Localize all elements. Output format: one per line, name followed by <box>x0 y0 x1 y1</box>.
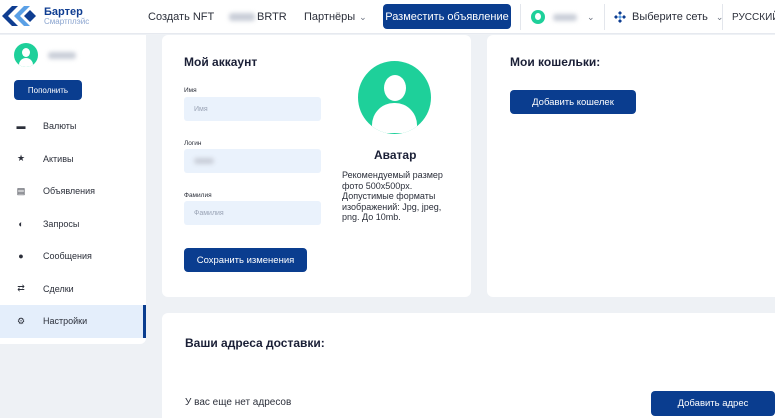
add-wallet-button[interactable]: Добавить кошелек <box>510 90 636 114</box>
chevron-down-icon: ⌄ <box>587 11 595 22</box>
account-card: Мой аккаунт Имя Логин Фамилия Сохранить … <box>162 35 471 297</box>
ad-icon: ▤ <box>16 185 26 196</box>
name-label: Имя <box>184 87 197 94</box>
balance-currency: BRTR <box>257 11 287 23</box>
sidebar-item-label: Активы <box>43 153 74 164</box>
avatar-description: Рекомендуемый размер фото 500x500px. Доп… <box>342 170 443 222</box>
request-icon: ◐ <box>18 218 24 229</box>
avatar-body <box>372 103 417 133</box>
nav-balance[interactable]: BRTR <box>229 0 287 34</box>
post-ad-button[interactable]: Разместить объявление <box>383 4 511 29</box>
name-input[interactable] <box>184 97 321 121</box>
login-input[interactable] <box>184 149 321 173</box>
wallets-title: Мои кошельки: <box>510 55 601 69</box>
sidebar: Пополнить ▬ Валюты ★ Активы ▤ Объявления… <box>0 35 146 344</box>
sidebar-item-currencies[interactable]: ▬ Валюты <box>0 110 146 143</box>
sidebar-item-label: Запросы <box>43 218 80 229</box>
divider <box>520 4 521 30</box>
nav-partners[interactable]: Партнёры ⌄ <box>304 0 367 34</box>
logo-icon <box>2 6 36 26</box>
balance-value-redacted <box>229 13 255 21</box>
account-title: Мой аккаунт <box>184 55 258 69</box>
avatar <box>531 10 545 24</box>
nav-create-nft[interactable]: Создать NFT <box>148 0 214 34</box>
wallets-card: Мои кошельки: Добавить кошелек <box>487 35 775 297</box>
wallet-icon: ▬ <box>16 121 26 132</box>
network-selector[interactable]: Выберите сеть ⌄ <box>614 0 723 34</box>
sidebar-item-label: Настройки <box>43 316 88 327</box>
sidebar-item-requests[interactable]: ◐ Запросы <box>0 208 146 241</box>
avatar-title: Аватар <box>374 148 417 162</box>
top-bar: Бартер Смартплэйс Создать NFT BRTR Партн… <box>0 0 775 34</box>
user-menu[interactable]: ⌄ <box>531 0 595 34</box>
handshake-icon: ⇄ <box>17 283 25 294</box>
sidebar-item-assets[interactable]: ★ Активы <box>0 143 146 176</box>
chevron-down-icon: ⌄ <box>359 11 367 22</box>
topup-button[interactable]: Пополнить <box>14 80 82 100</box>
avatar <box>14 43 38 67</box>
gear-icon: ⚙ <box>16 315 26 326</box>
star-icon: ★ <box>16 153 26 164</box>
avatar-head <box>384 75 406 101</box>
delivery-title: Ваши адреса доставки: <box>185 336 325 350</box>
sidebar-menu: ▬ Валюты ★ Активы ▤ Объявления ◐ Запросы… <box>0 110 146 338</box>
brand-logo[interactable]: Бартер Смартплэйс <box>0 4 89 28</box>
partners-label: Партнёры <box>304 11 356 23</box>
sidebar-item-label: Объявления <box>43 186 96 197</box>
add-address-button[interactable]: Добавить адрес <box>651 391 775 416</box>
sidebar-item-label: Валюты <box>43 121 77 132</box>
network-icon <box>614 11 626 23</box>
sidebar-profile[interactable] <box>14 43 76 67</box>
surname-label: Фамилия <box>184 192 212 199</box>
sidebar-item-label: Сделки <box>43 283 74 294</box>
brand-subtitle: Смартплэйс <box>44 16 90 26</box>
login-value-redacted <box>194 158 214 164</box>
sidebar-item-settings[interactable]: ⚙ Настройки <box>0 305 146 338</box>
username-redacted <box>553 13 577 21</box>
save-changes-button[interactable]: Сохранить изменения <box>184 248 307 272</box>
divider <box>604 4 605 30</box>
sidebar-item-messages[interactable]: ● Сообщения <box>0 240 146 273</box>
login-label: Логин <box>184 140 202 147</box>
username-redacted <box>48 51 76 59</box>
avatar-upload[interactable] <box>358 61 431 134</box>
divider <box>722 4 723 30</box>
chat-icon: ● <box>18 251 24 262</box>
sidebar-item-deals[interactable]: ⇄ Сделки <box>0 273 146 306</box>
no-addresses-text: У вас еще нет адресов <box>185 397 292 408</box>
brand-title: Бартер <box>44 5 83 18</box>
sidebar-item-label: Сообщения <box>43 251 92 262</box>
delivery-card: Ваши адреса доставки: У вас еще нет адре… <box>162 313 775 418</box>
surname-input[interactable] <box>184 201 321 225</box>
sidebar-item-ads[interactable]: ▤ Объявления <box>0 175 146 208</box>
network-label: Выберите сеть <box>632 11 708 23</box>
language-selector[interactable]: РУССКИЙ <box>732 0 775 34</box>
